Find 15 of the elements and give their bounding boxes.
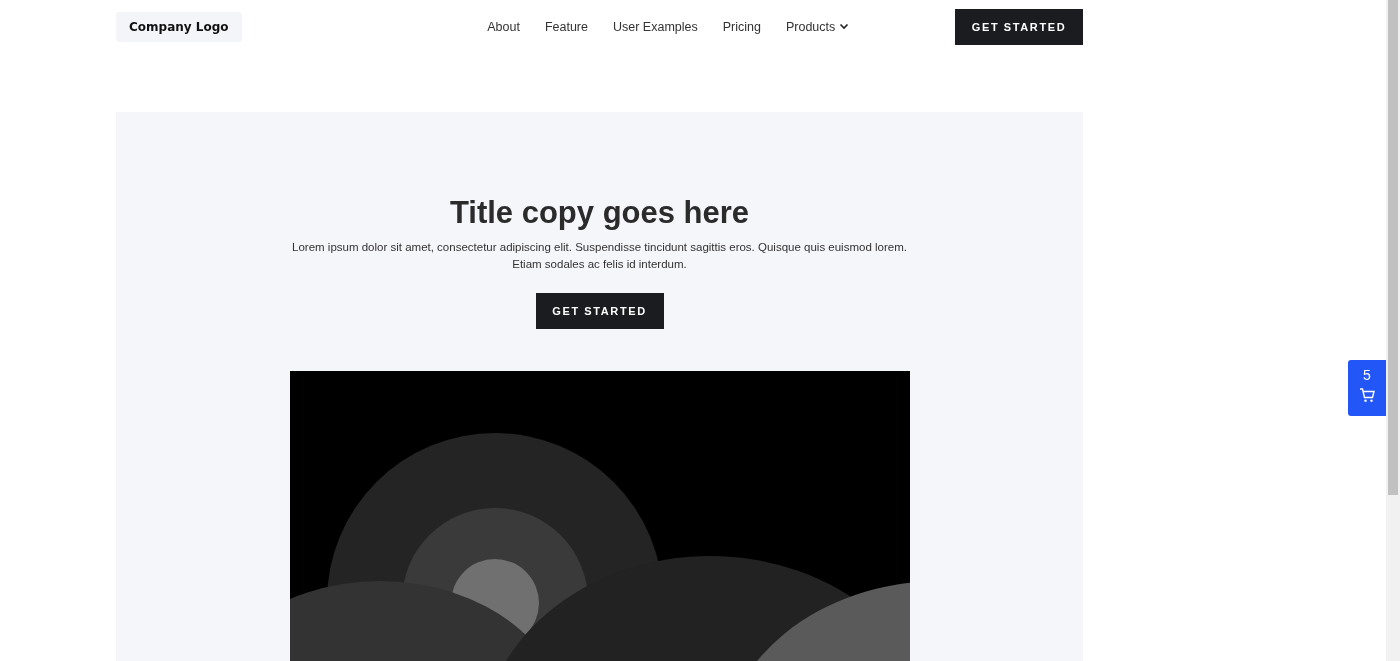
chevron-down-icon [839,23,850,30]
get-started-button[interactable]: GET STARTED [535,293,664,329]
cart-icon [1359,388,1375,403]
nav-link[interactable]: About [487,19,520,34]
nav-link[interactable]: Feature [544,19,588,34]
hero-title: Title copy goes here [449,195,750,231]
scrollbar[interactable] [1386,0,1400,661]
hero-description: Lorem ipsum dolor sit amet, consectetur adipiscing elit. Suspendisse tincidunt sagittis eros. Quisque quis euismod lorem. Etiam sodales ac felis id interdum. [291,240,908,272]
company-logo[interactable]: Company Logo [116,11,242,42]
get-started-button[interactable]: GET STARTED [955,8,1083,45]
cart-button[interactable]: 5 [1348,360,1386,416]
nav-link[interactable]: Pricing [722,19,761,34]
nav-dropdown[interactable]: Products [785,19,850,34]
scrollbar-thumb[interactable] [1388,0,1398,495]
nav-link[interactable]: User Examples [613,19,698,34]
